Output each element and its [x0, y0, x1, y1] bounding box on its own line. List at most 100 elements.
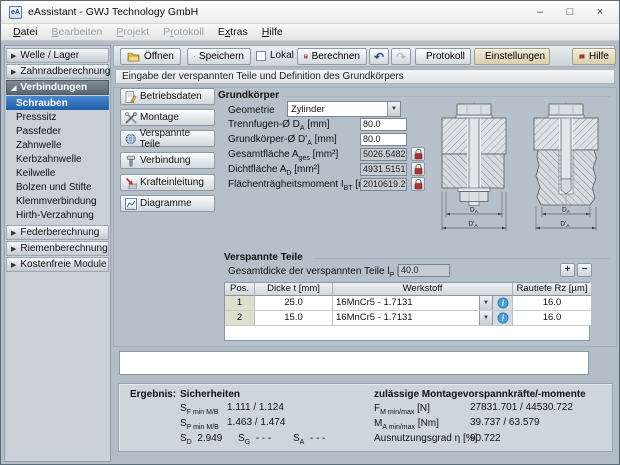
sidebar-header-kostenfreie-module[interactable]: ▶Kostenfreie Module	[6, 257, 109, 272]
clamped-parts-icon	[125, 133, 136, 145]
sidebar-item-keilwelle[interactable]: Keilwelle	[6, 166, 109, 180]
werkstoff-dropdown[interactable]: 16MnCr5 - 1.7131 ▼	[333, 296, 493, 310]
menubar: Datei Bearbeiten Projekt Protokoll Extra…	[1, 24, 619, 41]
force-arrow-icon	[125, 177, 137, 189]
diagramme-button[interactable]: Diagramme	[120, 195, 215, 212]
montage-button[interactable]: Montage	[120, 109, 215, 126]
menu-datei[interactable]: Datei	[6, 25, 45, 39]
close-icon[interactable]: ×	[589, 3, 611, 21]
dicke-cell-input[interactable]: 25.0	[255, 296, 333, 311]
sidebar-item-hirth-verzahnung[interactable]: Hirth-Verzahnung	[6, 208, 109, 222]
dichtflaeche-value: 4931.5151	[360, 163, 407, 176]
minimize-icon[interactable]: –	[529, 3, 551, 21]
grundkoerper-durchmesser-input[interactable]: 80.0	[360, 133, 407, 146]
chevron-down-icon: ▼	[479, 296, 492, 310]
menu-hilfe[interactable]: Hilfe	[255, 25, 290, 39]
sidebar-item-schrauben[interactable]: Schrauben	[6, 96, 109, 110]
sidebar-item-kerbzahnwelle[interactable]: Kerbzahnwelle	[6, 152, 109, 166]
save-button[interactable]: Speichern	[187, 48, 251, 65]
info-icon: i	[497, 297, 509, 309]
safety-sp-symbol: SP min M/B	[180, 418, 219, 431]
sidebar-header-welle-lager[interactable]: ▶Welle / Lager	[6, 48, 109, 63]
verspannte-teile-button[interactable]: Verspannte Teile	[120, 130, 215, 147]
results-panel: Ergebnis: Sicherheiten SF min M/B 1.111 …	[118, 383, 613, 452]
werkstoff-info-button[interactable]: i	[493, 311, 512, 325]
sidebar-item-presssitz[interactable]: Presssitz	[6, 110, 109, 124]
sidebar-item-passfeder[interactable]: Passfeder	[6, 124, 109, 138]
sidebar-item-bolzen-und-stifte[interactable]: Bolzen und Stifte	[6, 180, 109, 194]
minus-icon: −	[582, 265, 588, 275]
undo-icon: ↶	[374, 51, 384, 63]
werkstoff-cell: 16MnCr5 - 1.7131 ▼ i	[333, 296, 513, 311]
safety-sp-value: 1.463 / 1.474	[227, 417, 285, 428]
gesamtflaeche-lock-button[interactable]	[411, 147, 425, 161]
local-checkbox[interactable]	[256, 51, 266, 61]
menu-extras[interactable]: Extras	[211, 25, 255, 39]
redo-button: ↷	[391, 48, 411, 65]
undo-button[interactable]: ↶	[369, 48, 389, 65]
col-header-dicke: Dicke t [mm]	[255, 283, 333, 296]
svg-text:DA: DA	[470, 207, 479, 215]
verspannte-teile-table: Pos. Dicke t [mm] Werkstoff Rautiefe Rz …	[224, 282, 590, 341]
ausnutzungsgrad-value: 90.722	[470, 433, 501, 444]
help-book-icon	[579, 50, 585, 63]
chevron-right-icon: ▶	[11, 261, 16, 269]
group-divider	[282, 96, 610, 97]
rautiefe-cell-input[interactable]: 16.0	[513, 311, 591, 326]
status-line: Eingabe der verspannten Teile und Defini…	[115, 69, 615, 84]
col-header-werkstoff: Werkstoff	[333, 283, 513, 296]
table-empty-area	[225, 326, 589, 340]
flaechentraegheitsmoment-lock-button[interactable]	[411, 177, 425, 191]
safety-sg: SG - - -	[238, 433, 271, 446]
krafteinleitung-button[interactable]: Krafteinleitung	[120, 174, 215, 191]
sidebar-navigation: ▶Welle / Lager ▶Zahnradberechnung ◢Verbi…	[4, 45, 111, 462]
verbindung-button[interactable]: Verbindung	[120, 152, 215, 169]
sidebar-header-verbindungen[interactable]: ◢Verbindungen	[6, 80, 109, 95]
safety-sd: SD 2.949	[180, 433, 222, 446]
save-disk-icon	[194, 50, 195, 63]
svg-text:DA: DA	[562, 207, 571, 215]
betriebsdaten-button[interactable]: Betriebsdaten	[120, 88, 215, 105]
grundkoerper-title: Grundkörper	[218, 90, 279, 101]
chevron-right-icon: ▶	[11, 229, 16, 237]
maximize-icon[interactable]: □	[559, 3, 581, 21]
protocol-button[interactable]: Protokoll	[415, 48, 471, 65]
calculate-button[interactable]: Berechnen	[297, 48, 367, 65]
group-divider	[314, 258, 610, 259]
werkstoff-dropdown[interactable]: 16MnCr5 - 1.7131 ▼	[333, 311, 493, 325]
ma-value: 39.737 / 63.579	[470, 417, 540, 428]
workspace: ▶Welle / Lager ▶Zahnradberechnung ◢Verbi…	[1, 41, 619, 464]
sidebar-item-klemmverbindung[interactable]: Klemmverbindung	[6, 194, 109, 208]
dicke-cell-input[interactable]: 15.0	[255, 311, 333, 326]
sicherheiten-title: Sicherheiten	[180, 389, 240, 400]
flaechentraegheitsmoment-label: Flächenträgheitsmoment IBT [mm⁴]	[228, 178, 382, 195]
dichtflaeche-lock-button[interactable]	[411, 162, 425, 176]
add-row-button[interactable]: +	[560, 263, 575, 277]
lock-icon	[413, 148, 424, 160]
geometrie-dropdown[interactable]: Zylinder ▼	[287, 101, 401, 117]
menu-protokoll: Protokoll	[156, 25, 211, 39]
sidebar-header-riemenberechnung[interactable]: ▶Riemenberechnung	[6, 241, 109, 256]
lock-icon	[413, 163, 424, 175]
app-icon: eA	[9, 6, 22, 19]
bolted-joint-drawings: DA D'A	[440, 102, 604, 238]
werkstoff-info-button[interactable]: i	[493, 296, 512, 310]
trennfugen-input[interactable]: 80.0	[360, 118, 407, 131]
row-pos: 1	[225, 296, 255, 311]
help-button[interactable]: Hilfe	[572, 48, 616, 65]
werkstoff-cell: 16MnCr5 - 1.7131 ▼ i	[333, 311, 513, 326]
sidebar-header-federberechnung[interactable]: ▶Federberechnung	[6, 225, 109, 240]
flaechentraegheitsmoment-value: 2010619.2983	[360, 178, 407, 191]
sidebar-header-zahnradberechnung[interactable]: ▶Zahnradberechnung	[6, 64, 109, 79]
open-button[interactable]: Öffnen	[120, 48, 181, 65]
col-header-rautiefe: Rautiefe Rz [µm]	[513, 283, 591, 296]
geometrie-label: Geometrie	[228, 104, 275, 117]
safety-sf-value: 1.111 / 1.124	[227, 402, 284, 413]
rautiefe-cell-input[interactable]: 16.0	[513, 296, 591, 311]
sidebar-item-zahnwelle[interactable]: Zahnwelle	[6, 138, 109, 152]
remove-row-button[interactable]: −	[577, 263, 592, 277]
gesamtflaeche-value: 5026.5482	[360, 148, 407, 161]
settings-button[interactable]: Einstellungen	[474, 48, 550, 65]
chevron-down-icon: ▼	[387, 102, 400, 116]
safety-sa: SA - - -	[293, 433, 325, 446]
